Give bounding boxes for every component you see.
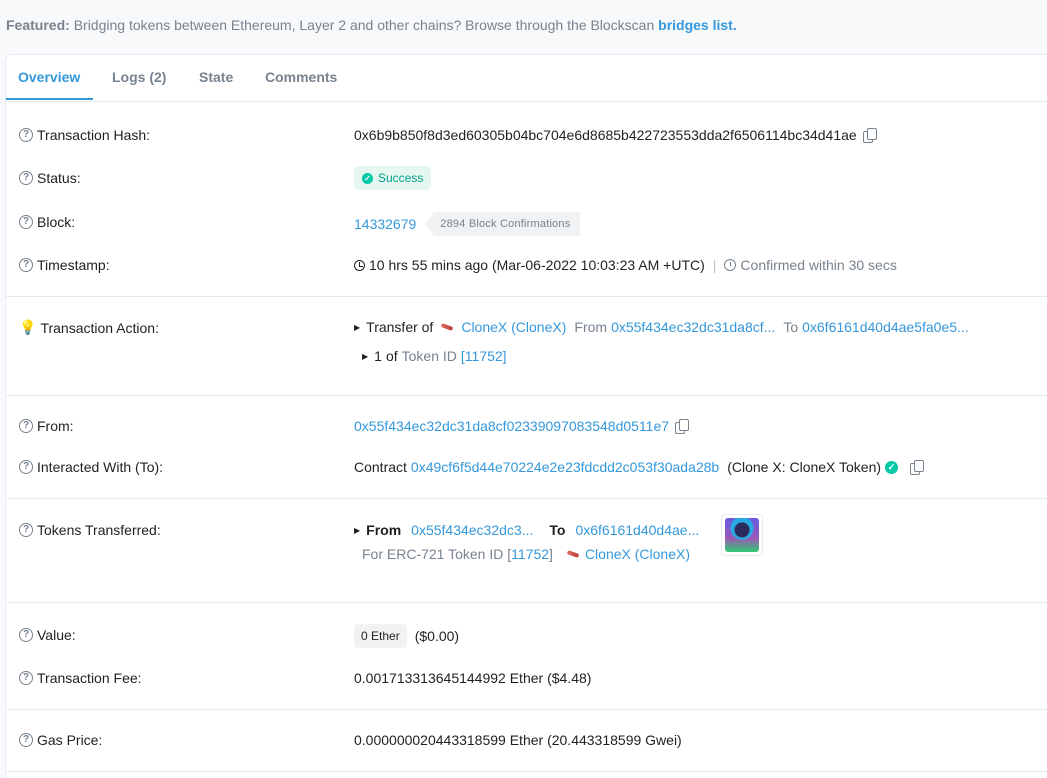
divider [6, 296, 1047, 297]
from-label: From: [37, 418, 74, 434]
usd-value: ($0.00) [414, 628, 460, 644]
help-icon[interactable]: ? [19, 671, 33, 685]
ether-value-badge: 0 Ether [354, 624, 407, 648]
divider [6, 709, 1047, 710]
caret-right-icon: ▶ [362, 351, 369, 361]
token-link[interactable]: CloneX (CloneX) [461, 319, 566, 335]
fee-label: Transaction Fee: [37, 670, 142, 686]
help-icon[interactable]: ? [19, 733, 33, 747]
tx-action-label: Transaction Action: [40, 319, 159, 336]
bridges-list-link[interactable]: bridges list. [658, 17, 737, 33]
fee-value: 0.001713313645144992 Ether ($4.48) [354, 670, 592, 686]
of-text: of [385, 348, 398, 364]
help-icon[interactable]: ? [19, 419, 33, 433]
featured-banner: Featured: Bridging tokens between Ethere… [6, 17, 737, 33]
gas-label: Gas Price: [37, 732, 103, 748]
block-number-link[interactable]: 14332679 [354, 216, 416, 232]
timestamp-value: 10 hrs 55 mins ago (Mar-06-2022 10:03:23… [369, 257, 705, 273]
help-icon[interactable]: ? [19, 628, 33, 642]
transfer-of-text: Transfer of [366, 319, 434, 335]
divider [6, 498, 1047, 499]
value-label: Value: [37, 627, 76, 643]
help-icon[interactable]: ? [19, 128, 33, 142]
token-id-link[interactable]: [11752] [461, 348, 507, 364]
tx-hash-value: 0x6b9b850f8d3ed60305b04bc704e6d8685b4227… [354, 127, 857, 143]
interacted-label: Interacted With (To): [37, 459, 164, 475]
block-label: Block: [37, 214, 76, 230]
tab-bar: Overview Logs (2) State Comments [6, 55, 1047, 102]
clonex-token-icon [441, 323, 454, 331]
to-label: To [783, 319, 799, 335]
help-icon[interactable]: ? [19, 215, 33, 229]
tab-state[interactable]: State [199, 69, 233, 85]
contract-address-link[interactable]: 0x49cf6f5d44e70224e2e23fdcdd2c053f30ada2… [411, 459, 719, 475]
verified-check-icon: ✓ [885, 460, 899, 474]
to-label: To [549, 522, 566, 538]
status-value: Success [378, 171, 424, 185]
contract-prefix: Contract [354, 459, 407, 475]
check-circle-icon: ✓ [362, 172, 373, 184]
tab-overview[interactable]: Overview [18, 69, 80, 85]
copy-icon[interactable] [675, 419, 690, 434]
clock-icon [354, 259, 365, 271]
nft-thumbnail[interactable] [721, 514, 763, 556]
for-token-text: For ERC-721 Token ID [ [362, 546, 512, 562]
divider [6, 395, 1047, 396]
confirmed-within: Confirmed within 30 secs [740, 257, 897, 273]
help-icon[interactable]: ? [19, 523, 33, 537]
active-tab-indicator [6, 98, 93, 100]
from-address-link[interactable]: 0x55f434ec32dc3... [411, 522, 533, 538]
separator: | [712, 257, 717, 273]
featured-text: Bridging tokens between Ethereum, Layer … [73, 17, 655, 33]
token-id-label: Token ID [401, 348, 457, 364]
token-link[interactable]: CloneX (CloneX) [585, 546, 690, 562]
caret-right-icon: ▶ [354, 322, 361, 332]
caret-right-icon: ▶ [354, 525, 361, 535]
from-address-link[interactable]: 0x55f434ec32dc31da8cf... [611, 319, 775, 335]
from-label: From [574, 319, 608, 335]
bracket-close: ] [549, 546, 553, 562]
confirmations-badge: 2894 Block Confirmations [424, 212, 581, 236]
tokens-label: Tokens Transferred: [37, 522, 161, 538]
help-icon[interactable]: ? [19, 171, 33, 185]
copy-icon[interactable] [862, 128, 877, 143]
transaction-card: Overview Logs (2) State Comments ? Transa… [5, 54, 1047, 778]
lightbulb-icon: 💡 [19, 319, 37, 335]
token-id-link[interactable]: 11752 [511, 546, 549, 562]
help-icon[interactable]: ? [19, 258, 33, 272]
to-address-link[interactable]: 0x6f6161d40d4ae... [575, 522, 699, 538]
from-address-link[interactable]: 0x55f434ec32dc31da8cf02339097083548d0511… [354, 418, 669, 434]
status-label: Status: [37, 170, 81, 186]
copy-icon[interactable] [910, 460, 925, 475]
timer-icon [724, 259, 737, 271]
featured-prefix: Featured: [6, 17, 70, 33]
contract-name: (Clone X: CloneX Token) [727, 459, 882, 475]
gas-value: 0.000000020443318599 Ether (20.443318599… [354, 732, 682, 748]
to-address-link[interactable]: 0x6f6161d40d4ae5fa0e5... [802, 319, 969, 335]
timestamp-label: Timestamp: [37, 257, 110, 273]
from-label: From [366, 522, 402, 538]
tx-hash-label: Transaction Hash: [37, 127, 151, 143]
nft-image [725, 518, 759, 552]
tab-logs[interactable]: Logs (2) [112, 69, 166, 85]
tab-comments[interactable]: Comments [265, 69, 337, 85]
clonex-token-icon [566, 550, 580, 558]
divider [6, 602, 1047, 603]
qty-value: 1 [374, 348, 382, 364]
divider [6, 771, 1047, 772]
help-icon[interactable]: ? [19, 460, 33, 474]
status-badge: ✓ Success [354, 166, 432, 190]
